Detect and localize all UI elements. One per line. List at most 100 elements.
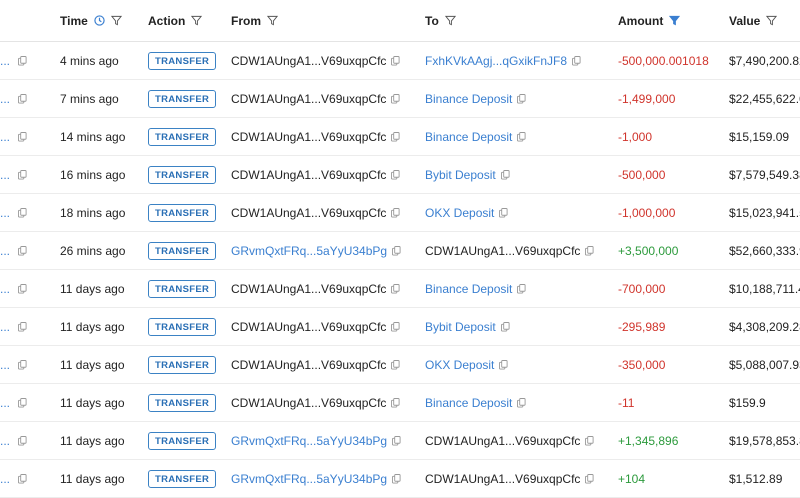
filter-icon[interactable] bbox=[267, 15, 278, 26]
copy-icon[interactable] bbox=[18, 207, 27, 218]
header-action[interactable]: Action bbox=[148, 0, 203, 41]
tx-hash-cell[interactable]: ... bbox=[0, 80, 40, 117]
copy-icon[interactable] bbox=[18, 283, 27, 294]
table-row[interactable]: ... 26 mins ago TRANSFER GRvmQxtFRq...5a… bbox=[0, 232, 800, 270]
copy-icon[interactable] bbox=[18, 169, 27, 180]
tx-hash-link[interactable]: ... bbox=[0, 130, 10, 144]
copy-icon[interactable] bbox=[392, 435, 401, 446]
copy-icon[interactable] bbox=[517, 93, 526, 104]
copy-icon[interactable] bbox=[18, 55, 27, 66]
copy-icon[interactable] bbox=[499, 207, 508, 218]
copy-icon[interactable] bbox=[391, 93, 400, 104]
copy-icon[interactable] bbox=[18, 131, 27, 142]
from-address[interactable]: CDW1AUngA1...V69uxqpCfc bbox=[231, 92, 386, 106]
filter-active-icon[interactable] bbox=[669, 15, 681, 26]
copy-icon[interactable] bbox=[18, 435, 27, 446]
to-address[interactable]: OKX Deposit bbox=[425, 358, 494, 372]
copy-icon[interactable] bbox=[18, 397, 27, 408]
to-address[interactable]: Binance Deposit bbox=[425, 282, 512, 296]
to-address[interactable]: CDW1AUngA1...V69uxqpCfc bbox=[425, 434, 580, 448]
header-from[interactable]: From bbox=[231, 0, 278, 41]
clock-icon[interactable] bbox=[94, 15, 105, 26]
copy-icon[interactable] bbox=[391, 397, 400, 408]
tx-hash-cell[interactable]: ... bbox=[0, 118, 40, 155]
copy-icon[interactable] bbox=[585, 435, 594, 446]
header-time[interactable]: Time bbox=[60, 0, 122, 41]
copy-icon[interactable] bbox=[18, 321, 27, 332]
to-address[interactable]: Binance Deposit bbox=[425, 92, 512, 106]
to-address[interactable]: OKX Deposit bbox=[425, 206, 494, 220]
tx-hash-link[interactable]: ... bbox=[0, 244, 10, 258]
copy-icon[interactable] bbox=[391, 55, 400, 66]
tx-hash-cell[interactable]: ... bbox=[0, 194, 40, 231]
filter-icon[interactable] bbox=[444, 15, 456, 26]
tx-hash-link[interactable]: ... bbox=[0, 92, 10, 106]
tx-hash-link[interactable]: ... bbox=[0, 358, 10, 372]
tx-hash-link[interactable]: ... bbox=[0, 282, 10, 296]
copy-icon[interactable] bbox=[18, 245, 27, 256]
tx-hash-cell[interactable]: ... bbox=[0, 270, 40, 307]
from-address[interactable]: CDW1AUngA1...V69uxqpCfc bbox=[231, 168, 386, 182]
from-address[interactable]: CDW1AUngA1...V69uxqpCfc bbox=[231, 206, 386, 220]
copy-icon[interactable] bbox=[572, 55, 581, 66]
copy-icon[interactable] bbox=[391, 131, 400, 142]
tx-hash-link[interactable]: ... bbox=[0, 320, 10, 334]
from-address[interactable]: CDW1AUngA1...V69uxqpCfc bbox=[231, 320, 386, 334]
tx-hash-cell[interactable]: ... bbox=[0, 42, 40, 79]
to-address[interactable]: Binance Deposit bbox=[425, 396, 512, 410]
copy-icon[interactable] bbox=[392, 473, 401, 484]
tx-hash-cell[interactable]: ... bbox=[0, 308, 40, 345]
copy-icon[interactable] bbox=[500, 321, 510, 332]
header-amount[interactable]: Amount bbox=[618, 0, 681, 41]
copy-icon[interactable] bbox=[391, 169, 400, 180]
tx-hash-link[interactable]: ... bbox=[0, 434, 10, 448]
tx-hash-link[interactable]: ... bbox=[0, 54, 10, 68]
table-row[interactable]: ... 7 mins ago TRANSFER CDW1AUngA1...V69… bbox=[0, 80, 800, 118]
to-address[interactable]: Bybit Deposit bbox=[425, 168, 496, 182]
table-row[interactable]: ... 11 days ago TRANSFER GRvmQxtFRq...5a… bbox=[0, 422, 800, 460]
tx-hash-link[interactable]: ... bbox=[0, 168, 10, 182]
copy-icon[interactable] bbox=[18, 473, 27, 484]
tx-hash-cell[interactable]: ... bbox=[0, 384, 40, 421]
table-row[interactable]: ... 14 mins ago TRANSFER CDW1AUngA1...V6… bbox=[0, 118, 800, 156]
tx-hash-cell[interactable]: ... bbox=[0, 422, 40, 459]
from-address[interactable]: CDW1AUngA1...V69uxqpCfc bbox=[231, 396, 386, 410]
to-address[interactable]: FxhKVkAAgj...qGxikFnJF8 bbox=[425, 54, 567, 68]
to-address[interactable]: Bybit Deposit bbox=[425, 320, 496, 334]
from-address[interactable]: GRvmQxtFRq...5aYyU34bPg bbox=[231, 244, 387, 258]
filter-icon[interactable] bbox=[110, 15, 122, 26]
copy-icon[interactable] bbox=[18, 359, 27, 370]
copy-icon[interactable] bbox=[392, 245, 401, 256]
from-address[interactable]: GRvmQxtFRq...5aYyU34bPg bbox=[231, 472, 387, 486]
table-row[interactable]: ... 11 days ago TRANSFER CDW1AUngA1...V6… bbox=[0, 308, 800, 346]
copy-icon[interactable] bbox=[517, 131, 526, 142]
table-row[interactable]: ... 18 mins ago TRANSFER CDW1AUngA1...V6… bbox=[0, 194, 800, 232]
filter-icon[interactable] bbox=[766, 15, 778, 26]
copy-icon[interactable] bbox=[391, 207, 400, 218]
from-address[interactable]: CDW1AUngA1...V69uxqpCfc bbox=[231, 282, 386, 296]
table-row[interactable]: ... 16 mins ago TRANSFER CDW1AUngA1...V6… bbox=[0, 156, 800, 194]
copy-icon[interactable] bbox=[517, 283, 526, 294]
copy-icon[interactable] bbox=[585, 473, 594, 484]
tx-hash-link[interactable]: ... bbox=[0, 206, 10, 220]
table-row[interactable]: ... 11 days ago TRANSFER CDW1AUngA1...V6… bbox=[0, 270, 800, 308]
copy-icon[interactable] bbox=[500, 169, 510, 180]
from-address[interactable]: GRvmQxtFRq...5aYyU34bPg bbox=[231, 434, 387, 448]
to-address[interactable]: CDW1AUngA1...V69uxqpCfc bbox=[425, 244, 580, 258]
copy-icon[interactable] bbox=[391, 283, 400, 294]
tx-hash-cell[interactable]: ... bbox=[0, 156, 40, 193]
tx-hash-cell[interactable]: ... bbox=[0, 232, 40, 269]
table-row[interactable]: ... 11 days ago TRANSFER GRvmQxtFRq...5a… bbox=[0, 460, 800, 498]
copy-icon[interactable] bbox=[499, 359, 508, 370]
to-address[interactable]: Binance Deposit bbox=[425, 130, 512, 144]
copy-icon[interactable] bbox=[517, 397, 526, 408]
table-row[interactable]: ... 4 mins ago TRANSFER CDW1AUngA1...V69… bbox=[0, 42, 800, 80]
to-address[interactable]: CDW1AUngA1...V69uxqpCfc bbox=[425, 472, 580, 486]
copy-icon[interactable] bbox=[391, 321, 400, 332]
header-value[interactable]: Value bbox=[729, 0, 778, 41]
from-address[interactable]: CDW1AUngA1...V69uxqpCfc bbox=[231, 130, 386, 144]
from-address[interactable]: CDW1AUngA1...V69uxqpCfc bbox=[231, 358, 386, 372]
table-row[interactable]: ... 11 days ago TRANSFER CDW1AUngA1...V6… bbox=[0, 384, 800, 422]
tx-hash-link[interactable]: ... bbox=[0, 472, 10, 486]
table-row[interactable]: ... 11 days ago TRANSFER CDW1AUngA1...V6… bbox=[0, 346, 800, 384]
